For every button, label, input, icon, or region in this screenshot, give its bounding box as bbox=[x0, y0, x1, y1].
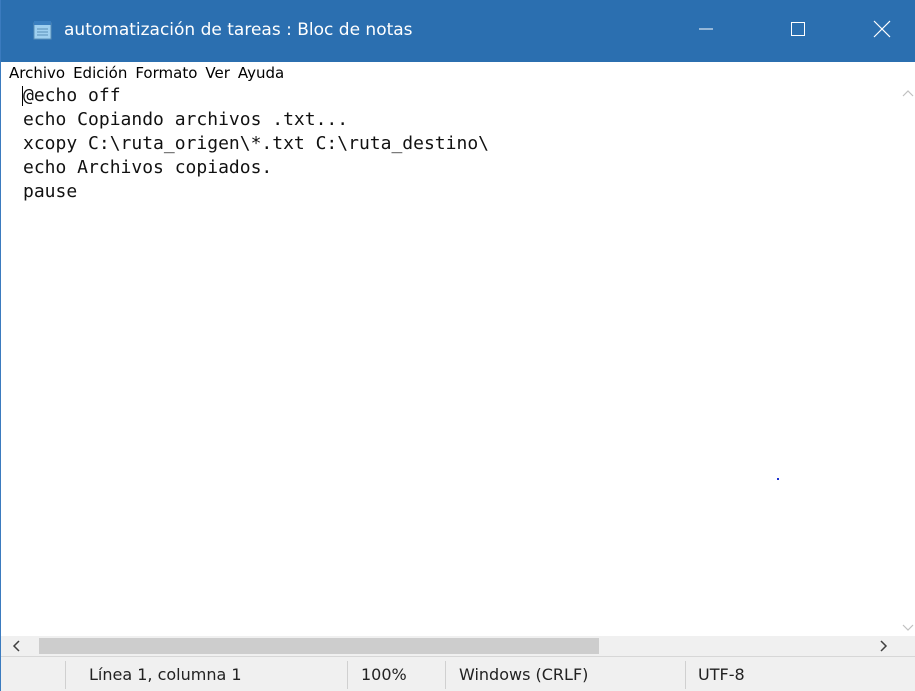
status-line-ending: Windows (CRLF) bbox=[459, 664, 589, 684]
close-button[interactable] bbox=[859, 0, 905, 62]
minimize-icon bbox=[698, 21, 714, 41]
scroll-right-button[interactable] bbox=[869, 636, 899, 656]
window-title: automatización de tareas : Bloc de notas bbox=[64, 20, 413, 40]
menu-edicion[interactable]: Edición bbox=[73, 63, 127, 83]
minimize-button[interactable] bbox=[683, 0, 729, 62]
vertical-scrollbar[interactable] bbox=[899, 84, 915, 636]
editor-line: pause bbox=[23, 181, 78, 202]
chevron-down-icon bbox=[902, 618, 914, 637]
text-editor[interactable]: @echo off echo Copiando archivos .txt...… bbox=[1, 84, 899, 636]
menu-formato[interactable]: Formato bbox=[135, 63, 197, 83]
status-separator bbox=[65, 661, 66, 689]
horizontal-scroll-thumb[interactable] bbox=[39, 638, 599, 654]
status-separator bbox=[347, 661, 348, 689]
status-bar: Línea 1, columna 1 100% Windows (CRLF) U… bbox=[1, 656, 915, 691]
editor-line: echo Archivos copiados. bbox=[23, 157, 273, 178]
chevron-up-icon bbox=[902, 83, 914, 102]
scrollbar-corner bbox=[899, 636, 915, 656]
menu-bar: Archivo Edición Formato Ver Ayuda bbox=[1, 62, 915, 84]
editor-line: xcopy C:\ruta_origen\*.txt C:\ruta_desti… bbox=[23, 133, 489, 154]
editor-line: @echo off bbox=[23, 85, 121, 106]
editor-line: echo Copiando archivos .txt... bbox=[23, 109, 349, 130]
status-separator bbox=[445, 661, 446, 689]
menu-ver[interactable]: Ver bbox=[205, 63, 230, 83]
scroll-up-button[interactable] bbox=[899, 84, 915, 101]
maximize-icon bbox=[790, 21, 806, 41]
notepad-window: automatización de tareas : Bloc de notas… bbox=[0, 0, 915, 691]
chevron-left-icon bbox=[11, 637, 21, 656]
scroll-down-button[interactable] bbox=[899, 619, 915, 636]
status-encoding: UTF-8 bbox=[698, 664, 745, 684]
chevron-right-icon bbox=[879, 637, 889, 656]
status-separator bbox=[685, 661, 686, 689]
horizontal-scrollbar[interactable] bbox=[1, 636, 899, 656]
close-icon bbox=[873, 20, 891, 42]
scroll-left-button[interactable] bbox=[1, 636, 31, 656]
text-caret bbox=[22, 86, 23, 106]
maximize-button[interactable] bbox=[775, 0, 821, 62]
menu-archivo[interactable]: Archivo bbox=[9, 63, 65, 83]
stray-dot bbox=[777, 478, 779, 480]
menu-ayuda[interactable]: Ayuda bbox=[238, 63, 284, 83]
status-position: Línea 1, columna 1 bbox=[89, 664, 242, 684]
title-bar[interactable]: automatización de tareas : Bloc de notas bbox=[1, 0, 915, 62]
status-zoom: 100% bbox=[361, 664, 407, 684]
notepad-icon[interactable] bbox=[32, 19, 54, 41]
